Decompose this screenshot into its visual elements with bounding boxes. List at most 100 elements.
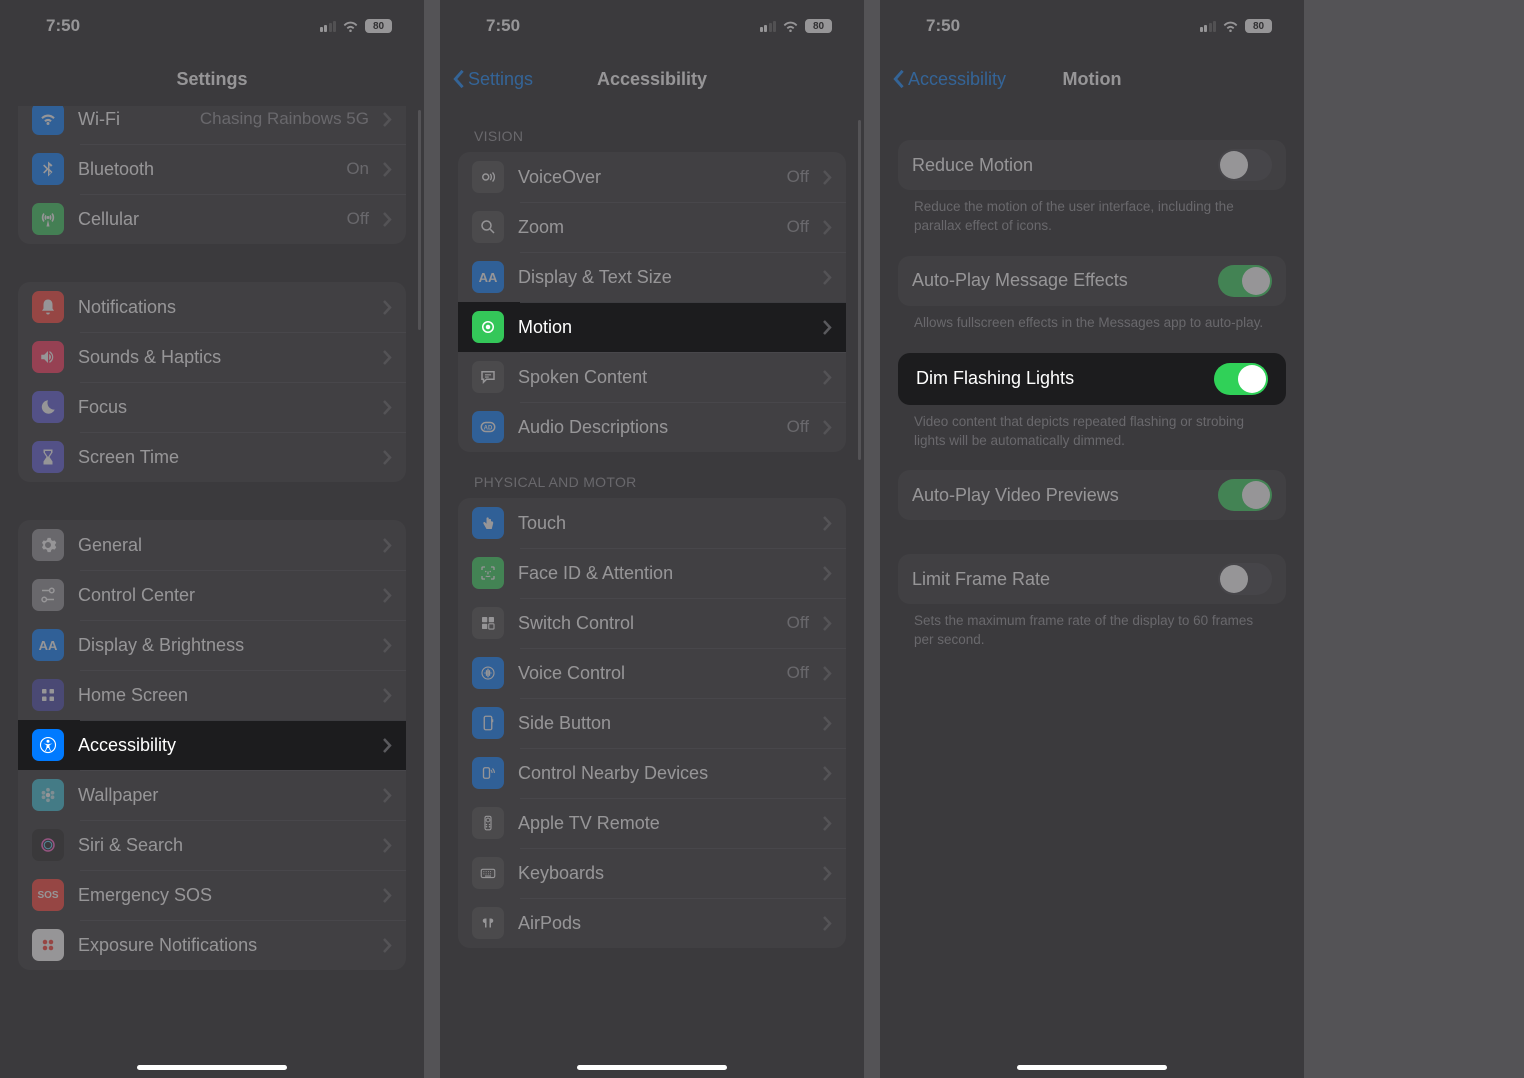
- toggle-auto-play-message[interactable]: [1218, 265, 1272, 297]
- settings-row-siri[interactable]: Siri & Search: [18, 820, 406, 870]
- side-button-icon: [472, 707, 504, 739]
- exposure-icon: [32, 929, 64, 961]
- settings-row-wallpaper[interactable]: Wallpaper: [18, 770, 406, 820]
- settings-row-home-screen[interactable]: Home Screen: [18, 670, 406, 720]
- signal-icon: [320, 20, 337, 32]
- row-apple-tv-remote[interactable]: Apple TV Remote: [458, 798, 846, 848]
- row-switch-control[interactable]: Switch Control Off: [458, 598, 846, 648]
- speaker-icon: [32, 341, 64, 373]
- settings-row-control-center[interactable]: Control Center: [18, 570, 406, 620]
- settings-list[interactable]: Wi-Fi Chasing Rainbows 5G Bluetooth On C…: [0, 106, 424, 1078]
- bluetooth-icon: [32, 153, 64, 185]
- switches-icon: [32, 579, 64, 611]
- row-dim-flashing-lights[interactable]: Dim Flashing Lights: [898, 353, 1286, 405]
- row-voice-control[interactable]: Voice Control Off: [458, 648, 846, 698]
- row-auto-play-message-effects[interactable]: Auto-Play Message Effects: [898, 256, 1286, 306]
- settings-row-cellular[interactable]: Cellular Off: [18, 194, 406, 244]
- zoom-icon: [472, 211, 504, 243]
- chevron-right-icon: [383, 450, 392, 465]
- page-title: Accessibility: [597, 69, 707, 90]
- status-time: 7:50: [46, 16, 80, 36]
- svg-text:AD: AD: [484, 425, 493, 431]
- settings-row-notifications[interactable]: Notifications: [18, 282, 406, 332]
- row-airpods[interactable]: AirPods: [458, 898, 846, 948]
- chevron-right-icon: [823, 270, 832, 285]
- voiceover-icon: [472, 161, 504, 193]
- settings-row-display[interactable]: AA Display & Brightness: [18, 620, 406, 670]
- toggle-auto-play-video[interactable]: [1218, 479, 1272, 511]
- status-bar: 7:50 80: [880, 0, 1304, 52]
- chevron-right-icon: [383, 788, 392, 803]
- row-keyboards[interactable]: Keyboards: [458, 848, 846, 898]
- chevron-right-icon: [383, 738, 392, 753]
- row-side-button[interactable]: Side Button: [458, 698, 846, 748]
- accessibility-list[interactable]: VISION VoiceOver Off Zoom Off AA Display…: [440, 106, 864, 1078]
- row-motion[interactable]: Motion: [458, 302, 846, 352]
- signal-icon: [1200, 20, 1217, 32]
- settings-row-screen-time[interactable]: Screen Time: [18, 432, 406, 482]
- row-face-id[interactable]: Face ID & Attention: [458, 548, 846, 598]
- signal-icon: [760, 20, 777, 32]
- settings-row-accessibility[interactable]: Accessibility: [18, 720, 406, 770]
- chevron-right-icon: [823, 616, 832, 631]
- settings-row-wifi[interactable]: Wi-Fi Chasing Rainbows 5G: [18, 106, 406, 144]
- chevron-right-icon: [383, 212, 392, 227]
- chevron-right-icon: [823, 220, 832, 235]
- page-title: Motion: [1063, 69, 1122, 90]
- toggle-dim-flashing-lights[interactable]: [1214, 363, 1268, 395]
- row-reduce-motion[interactable]: Reduce Motion: [898, 140, 1286, 190]
- motion-icon: [472, 311, 504, 343]
- scrollbar[interactable]: [418, 110, 421, 560]
- row-display-text-size[interactable]: AA Display & Text Size: [458, 252, 846, 302]
- chevron-right-icon: [383, 938, 392, 953]
- airpods-icon: [472, 907, 504, 939]
- settings-row-focus[interactable]: Focus: [18, 382, 406, 432]
- settings-row-exposure[interactable]: Exposure Notifications: [18, 920, 406, 970]
- chevron-right-icon: [823, 170, 832, 185]
- flower-icon: [32, 779, 64, 811]
- toggle-limit-frame-rate[interactable]: [1218, 563, 1272, 595]
- footer-reduce-motion: Reduce the motion of the user interface,…: [880, 190, 1304, 242]
- chevron-right-icon: [823, 866, 832, 881]
- chevron-right-icon: [383, 538, 392, 553]
- row-zoom[interactable]: Zoom Off: [458, 202, 846, 252]
- row-spoken-content[interactable]: Spoken Content: [458, 352, 846, 402]
- home-indicator[interactable]: [1017, 1065, 1167, 1070]
- chevron-right-icon: [383, 300, 392, 315]
- nav-bar: Settings Accessibility: [440, 52, 864, 106]
- row-nearby-devices[interactable]: Control Nearby Devices: [458, 748, 846, 798]
- text-size-icon: AA: [32, 629, 64, 661]
- phone-settings: 7:50 80 Settings Wi-Fi Chasing Rainbows …: [0, 0, 424, 1078]
- face-id-icon: [472, 557, 504, 589]
- back-button[interactable]: Settings: [452, 69, 533, 90]
- chevron-right-icon: [383, 688, 392, 703]
- home-indicator[interactable]: [577, 1065, 727, 1070]
- settings-row-bluetooth[interactable]: Bluetooth On: [18, 144, 406, 194]
- scrollbar[interactable]: [858, 120, 861, 720]
- tv-remote-icon: [472, 807, 504, 839]
- settings-row-general[interactable]: General: [18, 520, 406, 570]
- phone-accessibility: 7:50 80 Settings Accessibility VISION Vo…: [440, 0, 864, 1078]
- status-bar: 7:50 80: [0, 0, 424, 52]
- motion-list[interactable]: Reduce Motion Reduce the motion of the u…: [880, 106, 1304, 1078]
- sos-icon: SOS: [32, 879, 64, 911]
- row-voiceover[interactable]: VoiceOver Off: [458, 152, 846, 202]
- footer-dim-flashing: Video content that depicts repeated flas…: [880, 405, 1304, 457]
- row-touch[interactable]: Touch: [458, 498, 846, 548]
- row-auto-play-video-previews[interactable]: Auto-Play Video Previews: [898, 470, 1286, 520]
- chevron-right-icon: [383, 638, 392, 653]
- keyboard-icon: [472, 857, 504, 889]
- settings-row-sounds[interactable]: Sounds & Haptics: [18, 332, 406, 382]
- wifi-icon: [32, 106, 64, 135]
- status-bar: 7:50 80: [440, 0, 864, 52]
- chevron-right-icon: [823, 766, 832, 781]
- gear-icon: [32, 529, 64, 561]
- section-header-vision: VISION: [440, 106, 864, 152]
- back-button[interactable]: Accessibility: [892, 69, 1006, 90]
- settings-row-emergency-sos[interactable]: SOS Emergency SOS: [18, 870, 406, 920]
- touch-icon: [472, 507, 504, 539]
- row-audio-descriptions[interactable]: AD Audio Descriptions Off: [458, 402, 846, 452]
- row-limit-frame-rate[interactable]: Limit Frame Rate: [898, 554, 1286, 604]
- toggle-reduce-motion[interactable]: [1218, 149, 1272, 181]
- home-indicator[interactable]: [137, 1065, 287, 1070]
